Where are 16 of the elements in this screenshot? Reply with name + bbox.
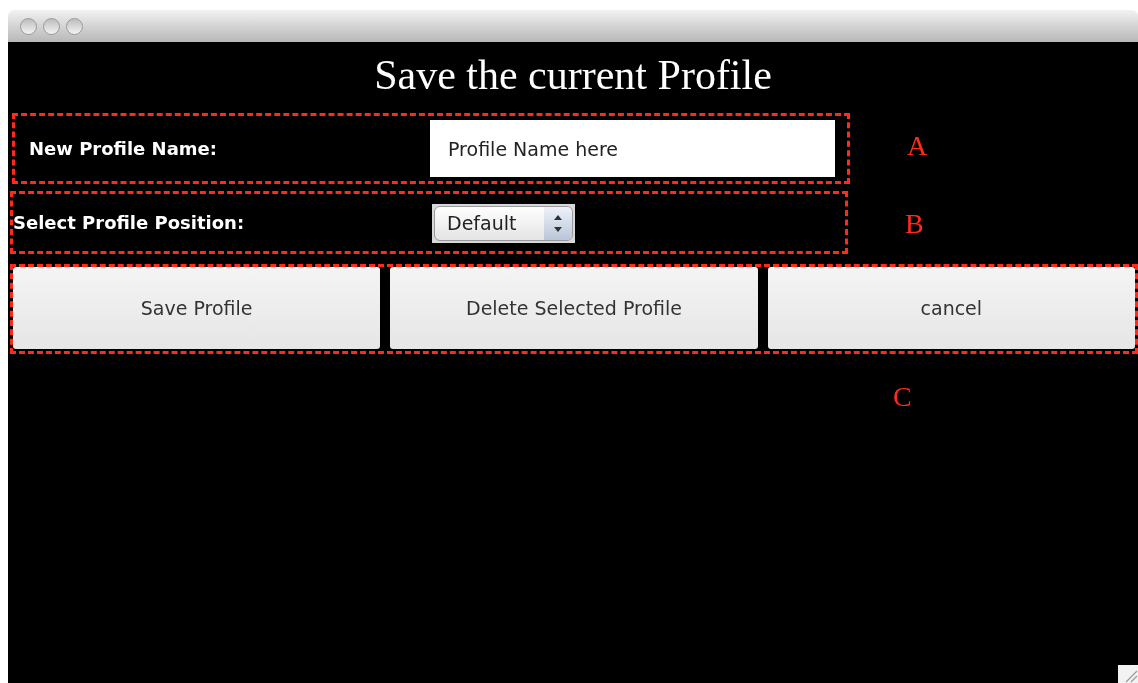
heading: Save the current Profile [373, 51, 773, 100]
annotation-letter: C [893, 380, 913, 414]
annotation-letter: A [907, 129, 928, 163]
action-button[interactable]: Save Profile [13, 267, 381, 349]
window-control-icon[interactable] [43, 17, 60, 35]
action-button[interactable]: Delete Selected Profile [390, 267, 758, 349]
action-button[interactable]: cancel [767, 267, 1135, 349]
window-control-icon[interactable] [66, 17, 83, 35]
resize-grip-icon[interactable] [1118, 665, 1138, 683]
input-field[interactable]: Profile Name here [430, 120, 835, 177]
field-label: Select Profile Position: [13, 211, 246, 235]
window-control-icon[interactable] [20, 17, 37, 35]
dropdown[interactable]: Default [432, 204, 575, 243]
annotation-letter: B [905, 207, 924, 241]
field-label: New Profile Name: [28, 137, 218, 161]
stepper-icon [544, 207, 572, 240]
